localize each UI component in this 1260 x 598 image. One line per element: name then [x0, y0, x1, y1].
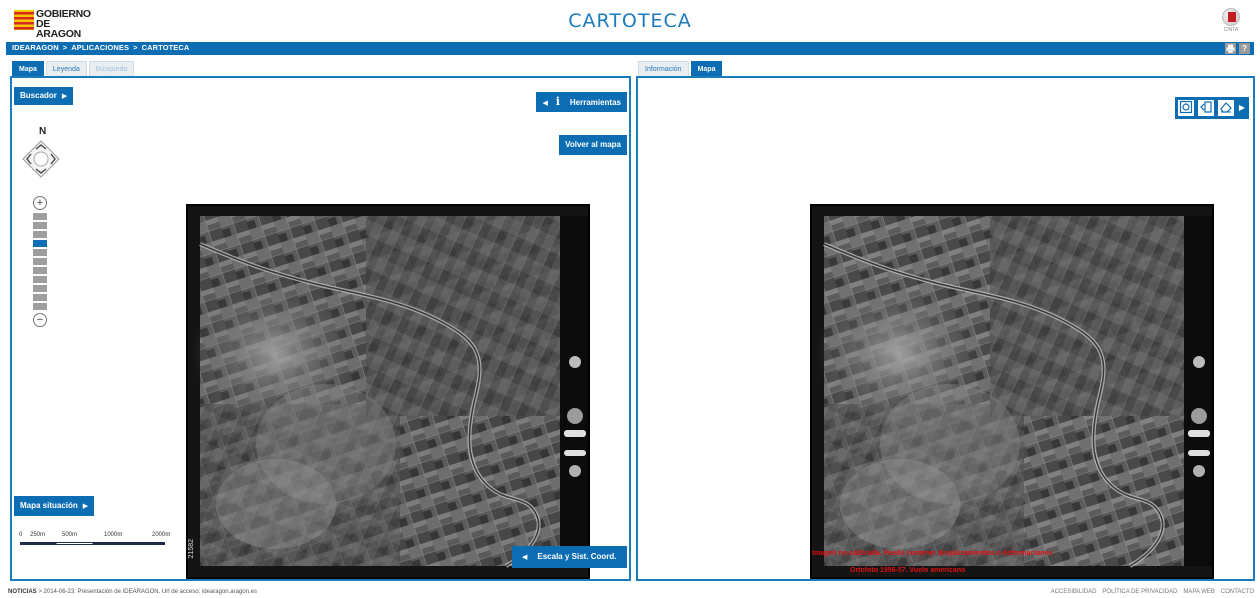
aerial-photo-image [810, 204, 1214, 579]
right-map-panel[interactable]: ▶ Imagen no calibrada. Puede contener de… [636, 76, 1255, 581]
zoom-slider[interactable] [33, 213, 47, 310]
aerial-photo-right[interactable]: Imagen no calibrada. Puede contener desp… [810, 204, 1214, 579]
north-label: N [39, 126, 47, 137]
zoom-bar: + − [32, 196, 48, 327]
buscador-label: Buscador [20, 91, 57, 100]
mapa-situacion-button[interactable]: Mapa situación ▶ [14, 496, 95, 516]
news-ticker[interactable]: NOTICIAS > 2014-06-23: Presentación de I… [8, 589, 257, 595]
bar-icons: ? [1225, 43, 1250, 54]
scale-label: 0 [19, 532, 23, 538]
chevron-right-icon: > [38, 589, 42, 595]
footer-link-accesibilidad[interactable]: ACCESIBILIDAD [1051, 589, 1097, 595]
uncalibrated-warning-text: Imagen no calibrada. Puede contener desp… [812, 550, 1053, 557]
scale-label: 500m [62, 532, 78, 538]
eraser-icon[interactable] [1217, 99, 1235, 117]
scale-labels: 0 250m 500m 1000m 2000m [18, 532, 188, 540]
measure-icon[interactable] [1197, 99, 1215, 117]
scale-bar: 0 250m 500m 1000m 2000m [18, 532, 188, 546]
footer-links: ACCESIBILIDAD POLÍTICA DE PRIVACIDAD MAP… [1051, 589, 1254, 595]
aerial-photo-left[interactable]: 21582 [186, 204, 590, 579]
zoom-out-icon[interactable]: − [33, 313, 47, 327]
left-map-panel[interactable]: Buscador ▶ ◀ i Herramientas Volver al mapa … [10, 76, 631, 581]
zoom-level-step[interactable] [33, 258, 47, 265]
zoom-level-step[interactable] [33, 285, 47, 292]
zoom-level-step[interactable] [33, 231, 47, 238]
footer-link-privacidad[interactable]: POLÍTICA DE PRIVACIDAD [1102, 589, 1177, 595]
scale-line [20, 542, 165, 545]
map-overview-icon[interactable] [1177, 99, 1195, 117]
aerial-photo-image [186, 204, 590, 579]
tab-mapa[interactable]: Mapa [12, 61, 44, 76]
cinta-logo[interactable]: CINTA [1220, 8, 1242, 36]
zoom-level-step[interactable] [33, 213, 47, 220]
print-icon[interactable] [1225, 43, 1236, 54]
volver-al-mapa-button[interactable]: Volver al mapa [559, 135, 627, 155]
scale-label: 1000m [104, 532, 123, 538]
zoom-level-step[interactable] [33, 294, 47, 301]
zoom-in-icon[interactable]: + [33, 196, 47, 210]
info-icon: i [555, 95, 560, 108]
zoom-level-step[interactable] [33, 249, 47, 256]
header: GOBIERNO DE ARAGON CARTOTECA CINTA [0, 0, 1260, 42]
scale-label: 2000m [152, 532, 171, 538]
map-tools: ▶ [1175, 97, 1249, 119]
left-tabs: Mapa Leyenda Búsqueda [12, 61, 136, 76]
breadcrumb-item-cartoteca: CARTOTECA [141, 43, 190, 52]
tab-mapa-right[interactable]: Mapa [690, 61, 723, 76]
pan-navigation-rose[interactable] [22, 140, 60, 178]
chevron-left-icon: ◀ [522, 554, 528, 561]
zoom-level-step[interactable] [33, 303, 47, 310]
footer-link-mapa-web[interactable]: MAPA WEB [1183, 589, 1215, 595]
breadcrumb-separator: > [62, 43, 68, 52]
chevron-right-icon[interactable]: ▶ [1237, 99, 1247, 117]
page-title: CARTOTECA [568, 10, 692, 32]
breadcrumb-item-idearagon[interactable]: IDEARAGON [12, 43, 59, 52]
chevron-right-icon: ▶ [82, 503, 89, 510]
breadcrumb-item-aplicaciones[interactable]: APLICACIONES [71, 43, 129, 52]
chevron-right-icon: ▶ [61, 93, 68, 100]
cinta-label: CINTA [1223, 27, 1239, 33]
help-icon[interactable]: ? [1239, 43, 1250, 54]
right-tabs: Información Mapa [638, 61, 724, 76]
zoom-level-step[interactable] [33, 240, 47, 247]
footer-link-contacto[interactable]: CONTACTO [1221, 589, 1254, 595]
zoom-level-step[interactable] [33, 276, 47, 283]
breadcrumb-bar: IDEARAGON > APLICACIONES > CARTOTECA ? [6, 42, 1254, 55]
tab-busqueda: Búsqueda [88, 61, 135, 76]
tab-leyenda[interactable]: Leyenda [45, 61, 87, 76]
scale-label: 250m [30, 532, 46, 538]
escala-sist-coord-button[interactable]: ◀ Escala y Sist. Coord. [512, 546, 627, 568]
herramientas-label: Herramientas [569, 98, 621, 107]
chevron-left-icon: ◀ [542, 100, 548, 107]
zoom-level-step[interactable] [33, 267, 47, 274]
breadcrumb: IDEARAGON > APLICACIONES > CARTOTECA [12, 43, 189, 52]
pan-rose-icon [22, 140, 60, 178]
zoom-level-step[interactable] [33, 222, 47, 229]
film-id-label: 21582 [188, 539, 195, 559]
breadcrumb-separator: > [133, 43, 138, 52]
tab-informacion[interactable]: Información [638, 61, 689, 76]
cinta-square-icon [1228, 12, 1236, 22]
herramientas-button[interactable]: ◀ i Herramientas [536, 92, 627, 112]
escala-label: Escala y Sist. Coord. [537, 552, 617, 561]
mapa-situacion-label: Mapa situación [20, 501, 78, 510]
news-text: 2014-06-23: Presentación de IDEARAGON. U… [43, 589, 257, 595]
news-label: NOTICIAS [8, 589, 37, 595]
buscador-button[interactable]: Buscador ▶ [14, 87, 74, 105]
orthophoto-caption-text: Ortofoto 1956-57. Vuelo americano [850, 567, 966, 574]
